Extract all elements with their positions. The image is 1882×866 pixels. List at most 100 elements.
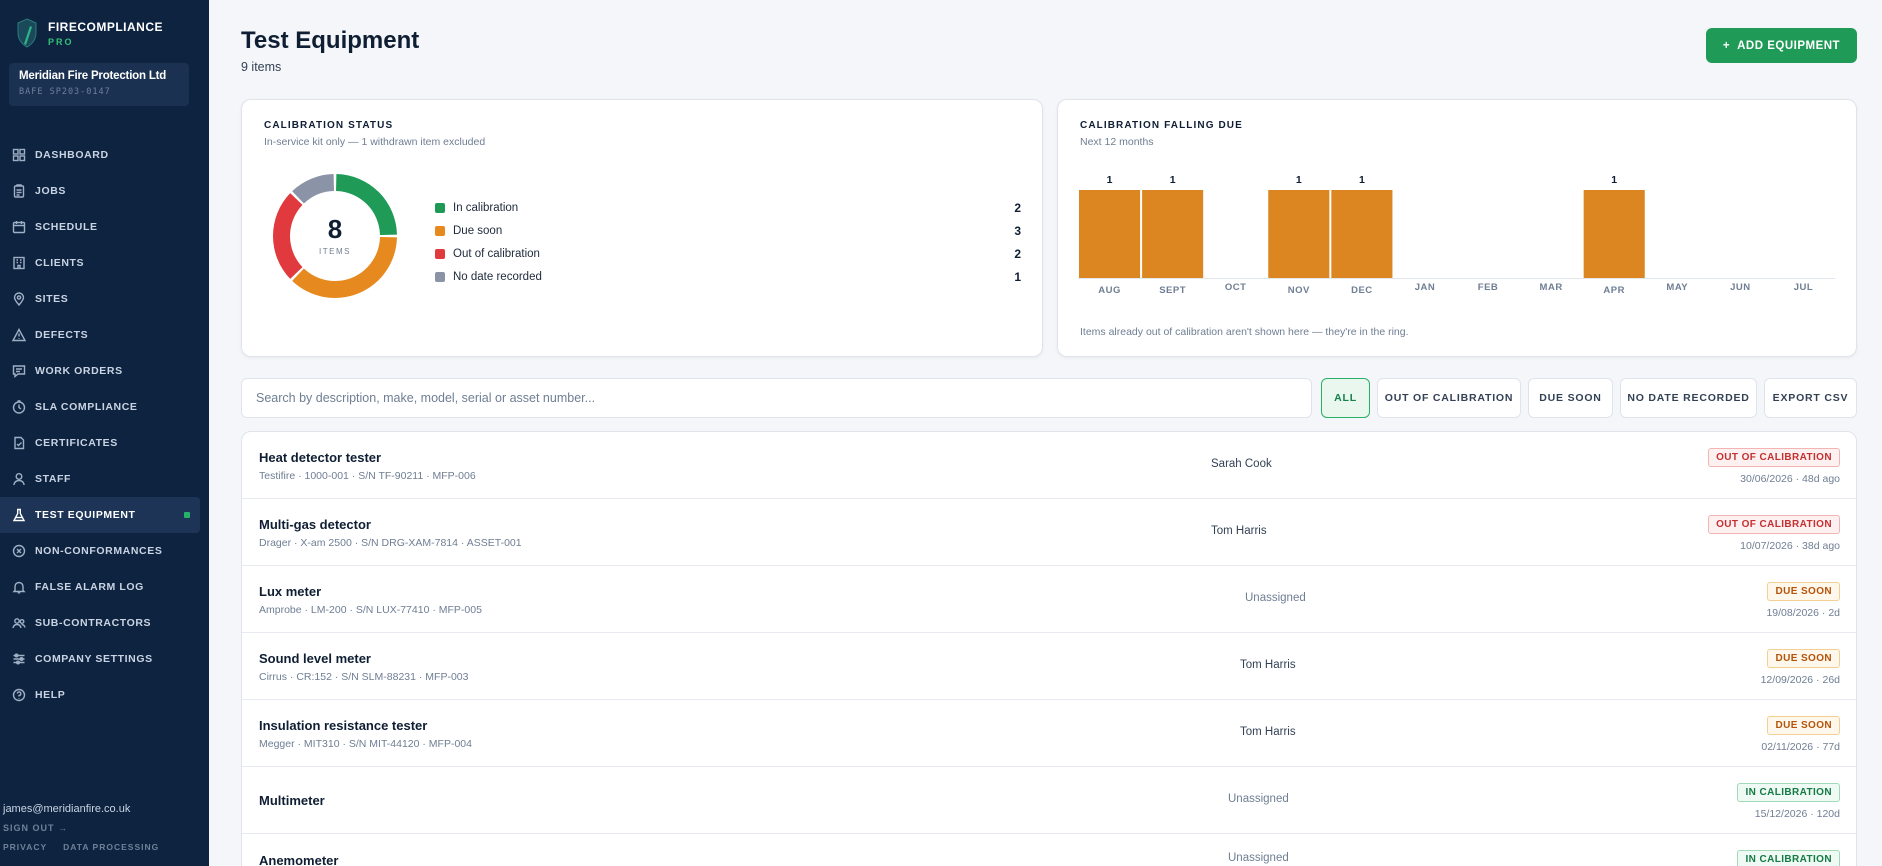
tick-label-dec: DEC xyxy=(1351,285,1373,296)
tick-label-feb: FEB xyxy=(1478,282,1499,293)
export-csv-button[interactable]: EXPORT CSV xyxy=(1764,378,1857,418)
data-processing-link[interactable]: DATA PROCESSING xyxy=(63,842,159,852)
table-row[interactable]: Anemometer Unassigned IN CALIBRATION xyxy=(242,834,1856,866)
sidebar-item-label: TEST EQUIPMENT xyxy=(35,509,136,521)
tick-label-jul: JUL xyxy=(1794,282,1813,293)
add-equipment-button[interactable]: + ADD EQUIPMENT xyxy=(1706,28,1857,63)
table-row[interactable]: Multimeter Unassigned IN CALIBRATION 15/… xyxy=(242,767,1856,834)
tick-label-mar: MAR xyxy=(1540,282,1563,293)
tick-label-oct: OCT xyxy=(1225,282,1247,293)
search-input[interactable] xyxy=(241,378,1312,418)
sidebar-item-staff[interactable]: STAFF xyxy=(0,461,200,497)
filter-all-button[interactable]: ALL xyxy=(1321,378,1370,418)
sidebar-item-label: WORK ORDERS xyxy=(35,365,123,377)
sidebar-item-label: DEFECTS xyxy=(35,329,89,341)
sidebar-item-work-orders[interactable]: WORK ORDERS xyxy=(0,353,200,389)
sidebar-item-company-settings[interactable]: COMPANY SETTINGS xyxy=(0,641,200,677)
equipment-list: Heat detector tester Testifire · 1000-00… xyxy=(241,431,1857,866)
equipment-assignee: Tom Harris xyxy=(1240,659,1296,671)
tick-label-may: MAY xyxy=(1666,282,1688,293)
table-row[interactable]: Sound level meter Cirrus · CR:152 · S/N … xyxy=(242,633,1856,700)
sidebar-item-label: FALSE ALARM LOG xyxy=(35,581,144,593)
legend-value: 2 xyxy=(1014,246,1021,261)
add-equipment-label: ADD EQUIPMENT xyxy=(1737,39,1841,52)
equipment-meta: Megger · MIT310 · S/N MIT-44120 · MFP-00… xyxy=(259,738,472,750)
sidebar-item-non-conformances[interactable]: NON-CONFORMANCES xyxy=(0,533,200,569)
table-row[interactable]: Lux meter Amprobe · LM-200 · S/N LUX-774… xyxy=(242,566,1856,633)
bar-apr[interactable] xyxy=(1583,190,1645,278)
equipment-name: Sound level meter xyxy=(259,651,371,666)
sidebar-item-clients[interactable]: CLIENTS xyxy=(0,245,200,281)
data-label-dec: 1 xyxy=(1359,174,1365,186)
status-badge: DUE SOON xyxy=(1767,716,1840,735)
status-badge: IN CALIBRATION xyxy=(1737,850,1840,866)
sidebar-item-label: SUB-CONTRACTORS xyxy=(35,617,152,629)
sidebar-item-label: DASHBOARD xyxy=(35,149,109,161)
filter-due-soon-button[interactable]: DUE SOON xyxy=(1528,378,1613,418)
equipment-meta: Amprobe · LM-200 · S/N LUX-77410 · MFP-0… xyxy=(259,604,482,616)
user-email: james@meridianfire.co.uk xyxy=(3,803,131,815)
table-row[interactable]: Insulation resistance tester Megger · MI… xyxy=(242,700,1856,767)
falling-due-bar-chart: 1 AUG 1 SEPT OCT 1 NOV 1 DEC JAN FEB MAR 1 APR MAY JUN J… xyxy=(1078,174,1835,296)
users-icon xyxy=(12,618,26,629)
sign-out-link[interactable]: SIGN OUT → xyxy=(3,823,68,833)
message-icon xyxy=(12,365,26,378)
sidebar-item-false-alarm-log[interactable]: FALSE ALARM LOG xyxy=(0,569,200,605)
legend-value: 3 xyxy=(1014,223,1021,238)
sidebar-item-dashboard[interactable]: DASHBOARD xyxy=(0,137,200,173)
sidebar-item-defects[interactable]: DEFECTS xyxy=(0,317,200,353)
sidebar-item-label: COMPANY SETTINGS xyxy=(35,653,153,665)
sidebar-item-test-equipment[interactable]: TEST EQUIPMENT xyxy=(0,497,200,533)
bar-dec[interactable] xyxy=(1331,190,1393,278)
due-date: 12/09/2026 · 26d xyxy=(1760,674,1840,686)
equipment-assignee: Unassigned xyxy=(1228,793,1289,805)
data-label-aug: 1 xyxy=(1107,174,1113,186)
map-pin-icon xyxy=(13,292,25,306)
table-row[interactable]: Multi-gas detector Drager · X-am 2500 · … xyxy=(242,499,1856,566)
donut-total: 8 xyxy=(327,214,343,244)
equipment-name: Lux meter xyxy=(259,584,322,599)
sidebar-item-jobs[interactable]: JOBS xyxy=(0,173,200,209)
sidebar-item-help[interactable]: HELP xyxy=(0,677,200,713)
sidebar-item-label: NON-CONFORMANCES xyxy=(35,545,163,557)
bar-sept[interactable] xyxy=(1142,190,1204,278)
brand[interactable]: FIRECOMPLIANCE PRO xyxy=(16,18,163,48)
tick-label-nov: NOV xyxy=(1288,285,1310,296)
sidebar: FIRECOMPLIANCE PRO Meridian Fire Protect… xyxy=(0,0,209,866)
company-switcher[interactable]: Meridian Fire Protection Ltd BAFE SP203-… xyxy=(9,63,189,106)
plus-icon: + xyxy=(1722,39,1731,52)
sidebar-item-sla-compliance[interactable]: SLA COMPLIANCE xyxy=(0,389,200,425)
legend-item[interactable]: No date recorded 1 xyxy=(435,265,1021,288)
sidebar-item-label: STAFF xyxy=(35,473,72,485)
legend-item[interactable]: Due soon 3 xyxy=(435,219,1021,242)
sidebar-item-sites[interactable]: SITES xyxy=(0,281,200,317)
privacy-link[interactable]: PRIVACY xyxy=(3,842,47,852)
company-id: BAFE SP203-0147 xyxy=(19,87,111,97)
card-subtitle: In-service kit only — 1 withdrawn item e… xyxy=(264,136,486,148)
due-date: 30/06/2026 · 48d ago xyxy=(1740,473,1840,485)
user-icon xyxy=(13,473,25,486)
tick-label-sept: SEPT xyxy=(1159,285,1186,296)
sidebar-item-label: JOBS xyxy=(35,185,66,197)
sidebar-item-certificates[interactable]: CERTIFICATES xyxy=(0,425,200,461)
table-row[interactable]: Heat detector tester Testifire · 1000-00… xyxy=(242,432,1856,499)
bar-nov[interactable] xyxy=(1268,190,1330,278)
sidebar-item-sub-contractors[interactable]: SUB-CONTRACTORS xyxy=(0,605,200,641)
legend-item[interactable]: In calibration 2 xyxy=(435,196,1021,219)
bar-aug[interactable] xyxy=(1079,190,1141,278)
equipment-name: Anemometer xyxy=(259,853,339,866)
sidebar-item-label: SLA COMPLIANCE xyxy=(35,401,138,413)
sidebar-item-schedule[interactable]: SCHEDULE xyxy=(0,209,200,245)
tick-label-aug: AUG xyxy=(1098,285,1121,296)
filter-no-date-button[interactable]: NO DATE RECORDED xyxy=(1620,378,1757,418)
data-label-nov: 1 xyxy=(1296,174,1302,186)
tick-label-apr: APR xyxy=(1603,285,1625,296)
card-title: CALIBRATION FALLING DUE xyxy=(1080,120,1243,131)
equipment-assignee: Tom Harris xyxy=(1211,525,1267,537)
filter-out-of-calibration-button[interactable]: OUT OF CALIBRATION xyxy=(1377,378,1521,418)
legend-item[interactable]: Out of calibration 2 xyxy=(435,242,1021,265)
tick-label-jan: JAN xyxy=(1415,282,1436,293)
bell-icon xyxy=(12,581,26,594)
x-circle-icon xyxy=(12,544,26,558)
sidebar-item-label: CERTIFICATES xyxy=(35,437,118,449)
